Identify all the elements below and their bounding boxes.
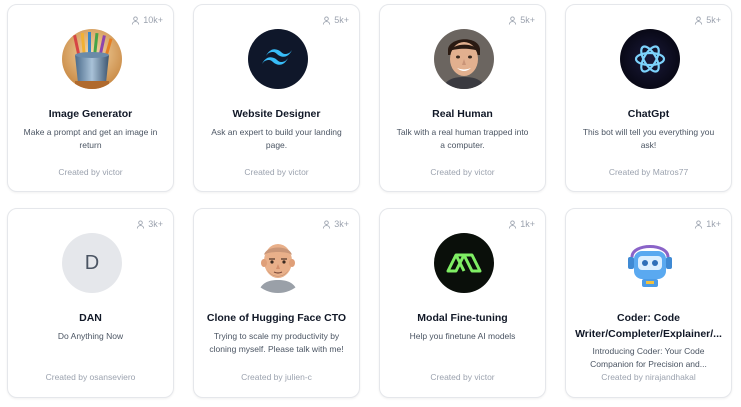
letter-avatar: D (62, 233, 122, 293)
bot-title: Modal Fine-tuning (417, 312, 508, 324)
user-icon (695, 15, 703, 25)
assistants-grid: 10k+ Image Generator Make a prompt and g… (0, 0, 741, 407)
user-icon (695, 219, 703, 229)
user-count-label: 5k+ (334, 15, 349, 25)
bot-creator: Created by victor (244, 167, 309, 177)
modal-logo-icon (434, 233, 494, 293)
user-count-label: 5k+ (706, 15, 721, 25)
bot-description: Make a prompt and get an image in return (23, 127, 158, 150)
bot-title: ChatGpt (627, 108, 670, 120)
user-icon (137, 219, 145, 229)
user-count-label: 3k+ (148, 219, 163, 229)
bot-title: Real Human (432, 108, 493, 120)
bot-description: Ask an expert to build your landing page… (211, 127, 342, 150)
bot-title: Image Generator (48, 108, 133, 120)
user-count-label: 10k+ (143, 15, 163, 25)
user-count-label: 5k+ (520, 15, 535, 25)
user-count: 1k+ (694, 219, 721, 229)
bot-card-image-generator[interactable]: 10k+ Image Generator Make a prompt and g… (7, 4, 174, 192)
bot-description: Talk with a real human trapped into a co… (396, 127, 529, 150)
bot-card-real-human[interactable]: 5k+ Real Human Talk with a real human tr… (379, 4, 546, 192)
user-icon (132, 15, 140, 25)
bot-description: Trying to scale my productivity by cloni… (209, 331, 344, 354)
bot-description: Introducing Coder: Your Code Companion f… (590, 346, 707, 369)
bot-card-coder[interactable]: 1k+ Coder: Code Writer/Completer/Explain… (565, 208, 732, 398)
bot-creator: Created by nirajandhakal (601, 372, 696, 382)
user-count: 10k+ (131, 15, 163, 25)
bot-title: DAN (79, 312, 102, 324)
bot-card-dan[interactable]: 3k+ D DAN Do Anything Now Created by osa… (7, 208, 174, 398)
user-count: 5k+ (508, 15, 535, 25)
user-count: 5k+ (694, 15, 721, 25)
bot-creator: Created by Matros77 (608, 167, 689, 177)
bot-card-website-designer[interactable]: 5k+ Website Designer Ask an expert to bu… (193, 4, 360, 192)
user-icon (323, 219, 331, 229)
user-icon (509, 219, 517, 229)
bot-creator: Created by julien-c (241, 372, 312, 382)
memoji-avatar-icon (248, 233, 308, 293)
user-count: 1k+ (508, 219, 535, 229)
bot-card-clone-hf-cto[interactable]: 3k+ Clone of Hugging Face CTO Trying to … (193, 208, 360, 398)
bot-description: This bot will tell you everything you as… (582, 127, 715, 150)
user-icon (323, 15, 331, 25)
bot-creator: Created by victor (58, 167, 123, 177)
user-count: 3k+ (322, 219, 349, 229)
bot-title: Website Designer (232, 108, 321, 120)
bot-title: Coder: Code Writer/Completer/Explainer/.… (575, 312, 722, 340)
bot-description: Do Anything Now (57, 331, 124, 341)
bot-creator: Created by osanseviero (45, 372, 136, 382)
bot-creator: Created by victor (430, 372, 495, 382)
paint-bucket-icon (62, 29, 122, 89)
user-count: 5k+ (322, 15, 349, 25)
tailwind-logo-icon (248, 29, 308, 89)
bot-description: Help you finetune AI models (409, 331, 516, 341)
human-face-icon (434, 29, 494, 89)
user-count-label: 3k+ (334, 219, 349, 229)
openai-logo-icon (620, 29, 680, 89)
user-count-label: 1k+ (706, 219, 721, 229)
bot-card-chatgpt[interactable]: 5k+ ChatGpt This bot will tell you every… (565, 4, 732, 192)
user-icon (509, 15, 517, 25)
avatar-letter: D (84, 251, 100, 274)
bot-creator: Created by victor (430, 167, 495, 177)
bot-card-modal-fine-tuning[interactable]: 1k+ Modal Fine-tuning Help you finetune … (379, 208, 546, 398)
user-count-label: 1k+ (520, 219, 535, 229)
user-count: 3k+ (136, 219, 163, 229)
bot-title: Clone of Hugging Face CTO (206, 312, 347, 324)
robot-icon (620, 233, 680, 293)
